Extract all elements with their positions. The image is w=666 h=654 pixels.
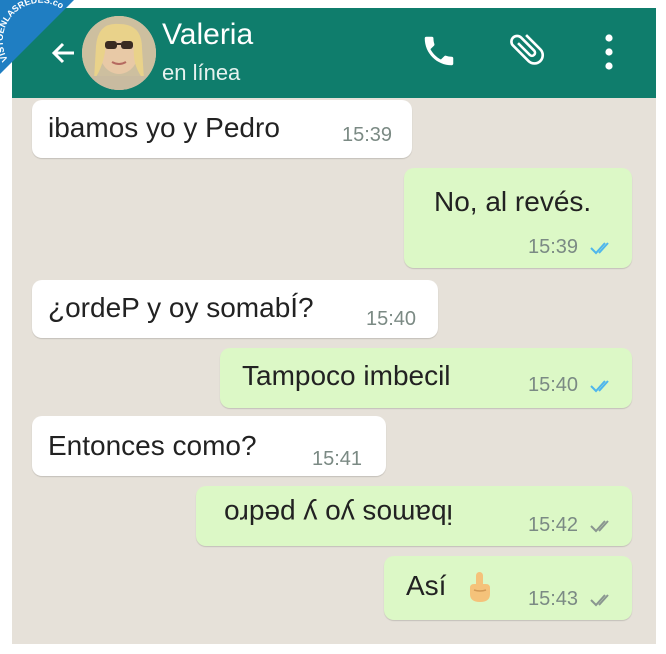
message-text: ¿ordeP y oy somabÍ? bbox=[48, 292, 314, 323]
message-time: 15:42 bbox=[528, 514, 579, 536]
message-bubble-incoming[interactable]: ibamos yo y Pedro 15:39 bbox=[32, 100, 412, 158]
avatar[interactable] bbox=[82, 16, 156, 90]
message-text: ibamos yo y Pedro bbox=[48, 112, 280, 143]
message-time: 15:39 bbox=[342, 124, 393, 146]
message-text: Así bbox=[406, 570, 447, 601]
contact-status: en línea bbox=[162, 60, 241, 85]
chat-header: Valeria en línea bbox=[12, 8, 656, 98]
message-text: No, al revés. bbox=[434, 186, 592, 217]
paperclip-icon[interactable] bbox=[506, 28, 548, 70]
message-time: 15:39 bbox=[528, 236, 579, 258]
double-check-icon bbox=[590, 242, 609, 255]
watermark-logo: VISTOENLASREDES.com bbox=[0, 0, 74, 74]
message-time: 15:41 bbox=[312, 448, 363, 470]
double-check-icon bbox=[590, 594, 609, 607]
message-time: 15:40 bbox=[528, 374, 579, 396]
message-time: 15:43 bbox=[528, 588, 579, 610]
message-text-upside-down: ibamos yo y pedro bbox=[224, 499, 453, 530]
phone-icon[interactable] bbox=[420, 32, 458, 70]
message-text: Tampoco imbecil bbox=[242, 360, 451, 391]
double-check-icon bbox=[590, 380, 609, 393]
raised-finger-emoji bbox=[470, 572, 490, 602]
message-text: Entonces como? bbox=[48, 430, 257, 461]
message-bubble-outgoing[interactable]: Tampoco imbecil 15:40 bbox=[220, 348, 632, 408]
message-bubble-outgoing[interactable]: Así 15:43 bbox=[384, 556, 632, 620]
message-time: 15:40 bbox=[366, 308, 417, 330]
double-check-icon bbox=[590, 520, 609, 533]
message-bubble-outgoing[interactable]: No, al revés. 15:39 bbox=[404, 168, 632, 268]
message-bubble-incoming[interactable]: ¿ordeP y oy somabÍ? 15:40 bbox=[32, 280, 438, 338]
more-options-icon[interactable] bbox=[602, 32, 616, 72]
message-bubble-outgoing[interactable]: ibamos yo y pedro 15:42 bbox=[196, 486, 632, 546]
chat-window: Valeria en línea ibamos yo y Pedro 15:39… bbox=[12, 8, 656, 644]
contact-name[interactable]: Valeria bbox=[162, 18, 253, 52]
message-bubble-incoming[interactable]: Entonces como? 15:41 bbox=[32, 416, 386, 476]
